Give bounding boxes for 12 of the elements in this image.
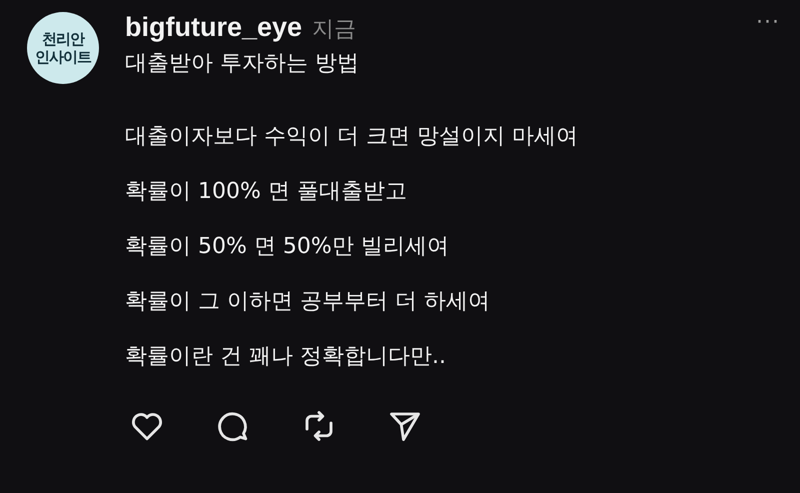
avatar-text: 천리안	[42, 30, 84, 48]
timestamp: 지금	[312, 16, 356, 44]
username[interactable]: bigfuture_eye	[125, 12, 302, 43]
post-text: 확률이 50% 면 50%만 빌리세여	[125, 233, 450, 261]
more-button[interactable]: ···	[756, 10, 780, 35]
avatar[interactable]: 천리안 인사이트	[27, 12, 99, 84]
post-text: 확률이 100% 면 풀대출받고	[125, 178, 408, 206]
avatar-text: 인사이트	[35, 48, 91, 66]
post-text: 확률이 그 이하면 공부부터 더 하세여	[125, 288, 491, 316]
post-text: 확률이란 건 꽤나 정확합니다만..	[125, 343, 447, 371]
post-text: 대출이자보다 수익이 더 크면 망설이지 마세여	[125, 123, 578, 151]
post-text: 대출받아 투자하는 방법	[125, 50, 360, 78]
